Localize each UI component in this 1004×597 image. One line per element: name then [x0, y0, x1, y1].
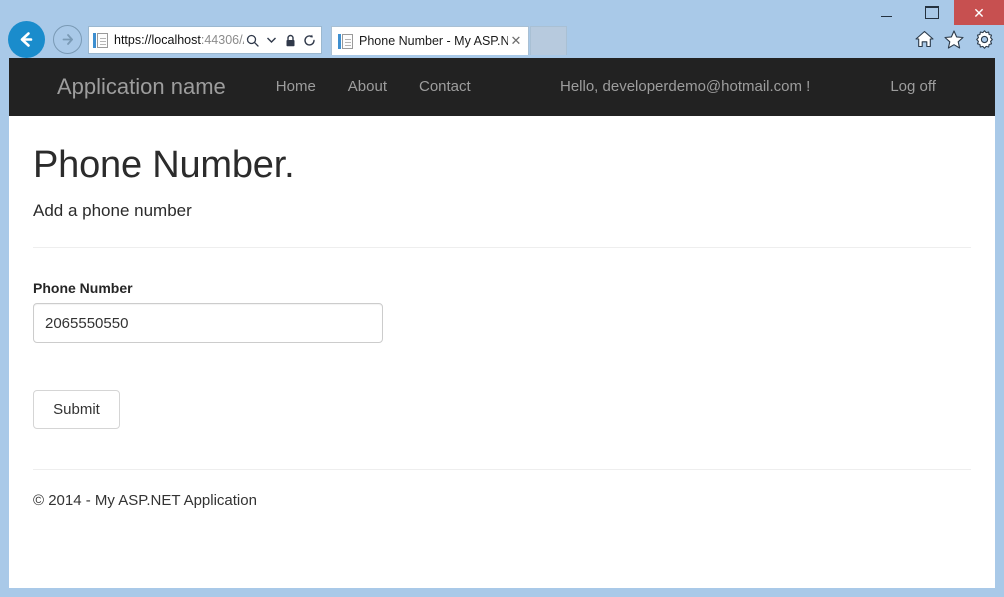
- phone-number-form: Phone Number Submit: [33, 280, 971, 429]
- tab-close-icon[interactable]: ✕: [508, 33, 524, 49]
- close-button[interactable]: ✕: [954, 0, 1004, 25]
- maximize-icon: [925, 6, 939, 19]
- home-icon[interactable]: [913, 28, 935, 50]
- footer-copyright: © 2014 - My ASP.NET Application: [33, 492, 971, 509]
- minimize-icon: [881, 16, 892, 17]
- tab-favicon-icon: [338, 33, 354, 50]
- tab-title: Phone Number - My ASP.N...: [359, 28, 508, 55]
- site-navbar: Application name Home About Contact Hell…: [9, 58, 995, 116]
- refresh-icon[interactable]: [301, 27, 318, 53]
- forward-arrow-icon: [60, 32, 75, 47]
- browser-window: ✕ https://localhost:44306/Acc: [0, 0, 1004, 597]
- page-title: Phone Number.: [33, 144, 971, 187]
- back-button[interactable]: [8, 21, 45, 58]
- submit-button[interactable]: Submit: [33, 390, 120, 429]
- browser-toolbar-icons: [913, 28, 995, 50]
- page-favicon-icon: [93, 32, 109, 49]
- nav-user-section: Hello, developerdemo@hotmail.com ! Log o…: [544, 58, 952, 116]
- nav-item-home[interactable]: Home: [260, 58, 332, 116]
- nav-links: Home About Contact: [260, 58, 487, 116]
- window-controls: ✕: [864, 0, 1004, 25]
- address-bar-icons: [244, 27, 318, 53]
- page-subtitle: Add a phone number: [33, 201, 971, 221]
- log-off-link[interactable]: Log off: [874, 58, 952, 116]
- content-divider: [33, 247, 971, 248]
- tools-icon[interactable]: [973, 28, 995, 50]
- chevron-down-icon[interactable]: [263, 27, 280, 53]
- favorites-icon[interactable]: [943, 28, 965, 50]
- phone-number-label: Phone Number: [33, 280, 971, 296]
- user-greeting[interactable]: Hello, developerdemo@hotmail.com !: [544, 58, 826, 116]
- forward-button[interactable]: [53, 25, 82, 54]
- search-icon[interactable]: [244, 27, 261, 53]
- url-host: https://localhost: [114, 33, 201, 47]
- address-bar-url: https://localhost:44306/Acc: [114, 27, 244, 53]
- minimize-button[interactable]: [864, 0, 909, 25]
- new-tab-button[interactable]: [530, 26, 567, 55]
- address-bar[interactable]: https://localhost:44306/Acc: [88, 26, 322, 54]
- nav-item-about[interactable]: About: [332, 58, 403, 116]
- lock-icon[interactable]: [282, 27, 299, 53]
- page-content: Phone Number. Add a phone number Phone N…: [9, 144, 995, 509]
- page-viewport: Application name Home About Contact Hell…: [9, 58, 995, 588]
- url-path: :44306/Acc: [201, 33, 244, 47]
- browser-tab-active[interactable]: Phone Number - My ASP.N... ✕: [331, 26, 529, 55]
- site-brand[interactable]: Application name: [57, 58, 226, 116]
- close-icon: ✕: [973, 6, 985, 20]
- footer-divider: [33, 469, 971, 470]
- nav-item-contact[interactable]: Contact: [403, 58, 487, 116]
- back-arrow-icon: [17, 30, 36, 49]
- title-bar: ✕ https://localhost:44306/Acc: [0, 0, 1004, 58]
- maximize-button[interactable]: [909, 0, 954, 25]
- phone-number-input[interactable]: [33, 303, 383, 343]
